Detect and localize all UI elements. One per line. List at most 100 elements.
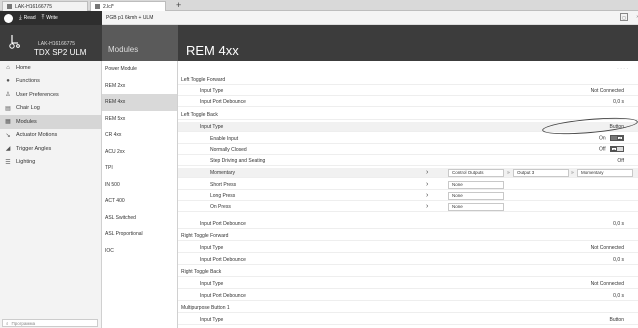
module-item[interactable]: REM 5xx xyxy=(102,111,177,128)
section-label: Multipurpose Button 1 xyxy=(181,304,230,311)
setting-value: Not Connected xyxy=(590,280,624,287)
trigger-icon: ◢ xyxy=(5,146,11,153)
setting-row[interactable]: Input Port Debounce 0,0 s xyxy=(178,255,638,265)
setting-label: Input Type xyxy=(200,280,224,287)
nav-item-home[interactable]: ⌂ Home xyxy=(0,61,101,75)
tab-file-label: 2.lcl* xyxy=(103,3,114,10)
setting-row[interactable]: Input Type Not Connected xyxy=(178,86,638,96)
page-title: REM 4xx xyxy=(178,25,638,61)
user-icon: ♙ xyxy=(5,92,11,99)
section-right-toggle-back: Right Toggle Back xyxy=(178,267,638,277)
tab-file[interactable]: 2.lcl* xyxy=(90,1,166,11)
module-item[interactable]: Power Module xyxy=(102,61,177,78)
home-icon: ⌂ xyxy=(6,64,10,71)
setting-toggle[interactable]: Off × xyxy=(599,146,624,153)
toggle-switch-on[interactable]: ✓ xyxy=(610,135,624,142)
setting-row[interactable]: Input Port Debounce 0,0 s xyxy=(178,291,638,301)
setting-row[interactable]: Normally Closed Off × xyxy=(178,145,638,155)
nav-item-label: Actuator Motions xyxy=(16,132,58,139)
setting-row[interactable]: Enable Input On ✓ xyxy=(178,134,638,144)
setting-label: Step Driving and Seating xyxy=(210,157,266,164)
module-item-selected[interactable]: REM 4xx xyxy=(102,94,177,111)
mapping-field[interactable]: None xyxy=(448,203,504,211)
toggle-value: On xyxy=(598,135,606,142)
module-item[interactable]: ASL Switched xyxy=(102,210,177,227)
mapping-row[interactable]: On Press › None xyxy=(178,202,638,212)
nav-item-modules[interactable]: ▦ Modules xyxy=(0,115,101,129)
program-bar: PGB p1 6kmh + ULM ▢ › xyxy=(102,11,638,25)
program-name: PGB p1 6kmh + ULM xyxy=(106,14,154,21)
chevron-right-icon[interactable]: › xyxy=(426,203,428,210)
chevron-right-icon[interactable]: › xyxy=(426,192,428,199)
nav-item-label: Trigger Angles xyxy=(16,145,52,152)
mapping-field[interactable]: Control Outputs xyxy=(448,169,504,177)
functions-icon: ● xyxy=(6,78,10,85)
connection-icon[interactable] xyxy=(4,13,13,23)
device-tab-icon xyxy=(7,4,12,9)
toggle-value: Off xyxy=(599,146,606,153)
setting-toggle[interactable]: On ✓ xyxy=(598,135,624,142)
mapping-field[interactable]: Momentary xyxy=(577,169,633,177)
module-item[interactable]: IOC xyxy=(102,243,177,260)
chevron-right-icon[interactable]: › xyxy=(426,181,428,188)
nav-item-trigger-angles[interactable]: ◢ Trigger Angles xyxy=(0,142,101,156)
new-tab-plus-icon[interactable]: + xyxy=(176,0,181,10)
nav-item-chair-log[interactable]: ▤ Chair Log xyxy=(0,102,101,116)
check-icon: ✓ xyxy=(617,136,623,142)
tab-device-label: LAK-H16166775 xyxy=(15,3,52,10)
write-button[interactable]: ⤒ Write xyxy=(42,15,58,22)
search-input[interactable]: ⌕ Программа xyxy=(2,319,98,327)
device-serial: LAK-H16166775 xyxy=(38,41,75,47)
module-item[interactable]: TPI xyxy=(102,160,177,177)
mapping-row[interactable]: Short Press › None xyxy=(178,180,638,190)
setting-label: Input Type xyxy=(200,123,224,130)
section-left-toggle-forward: Left Toggle Forward xyxy=(178,75,638,85)
module-item[interactable]: REM 2xx xyxy=(102,78,177,95)
setting-row[interactable]: Input Port Debounce 0,0 s xyxy=(178,219,638,229)
nav-item-label: Functions xyxy=(16,78,40,85)
setting-row[interactable]: Input Port Debounce 0,0 s xyxy=(178,97,638,107)
nav-item-lighting[interactable]: ☰ Lighting xyxy=(0,156,101,170)
nav-item-functions[interactable]: ● Functions xyxy=(0,75,101,89)
read-button[interactable]: ⤓ Read xyxy=(19,15,36,22)
toggle-switch-off[interactable]: × xyxy=(610,146,624,153)
chevron-right-icon[interactable]: › xyxy=(426,169,428,176)
actuator-icon: ↘ xyxy=(5,132,11,139)
setting-label: Input Port Debounce xyxy=(200,220,246,227)
section-left-toggle-back: Left Toggle Back xyxy=(178,110,638,120)
nav-item-label: Modules xyxy=(16,118,37,125)
module-item[interactable]: ASL Proportional xyxy=(102,226,177,243)
setting-label: Input Type xyxy=(200,244,224,251)
mapping-label: Momentary xyxy=(210,169,236,176)
setting-row[interactable]: Step Driving and Seating Off xyxy=(178,156,638,166)
module-item[interactable]: ACT 400 xyxy=(102,193,177,210)
mapping-row[interactable]: Momentary › Control Outputs » Output 3 »… xyxy=(178,168,638,178)
setting-value: Button xyxy=(609,316,624,323)
mapping-field[interactable]: None xyxy=(448,181,504,189)
mapping-row[interactable]: Long Press › None xyxy=(178,191,638,201)
module-item[interactable]: CR 4xx xyxy=(102,127,177,144)
nav-item-actuator-motions[interactable]: ↘ Actuator Motions xyxy=(0,129,101,143)
section-label: Right Toggle Forward xyxy=(181,232,229,239)
tab-device[interactable]: LAK-H16166775 xyxy=(2,1,88,11)
setting-row[interactable]: Input Type Not Connected xyxy=(178,243,638,253)
setting-row[interactable]: Input Type Button xyxy=(178,315,638,325)
section-label: Right Toggle Back xyxy=(181,268,222,275)
setting-row[interactable]: Input Type Not Connected xyxy=(178,279,638,289)
separator-icon: » xyxy=(507,169,510,176)
setting-value: 0,0 s xyxy=(613,98,624,105)
section-label: Left Toggle Forward xyxy=(181,76,226,83)
panel-icon[interactable]: ▢ xyxy=(620,13,628,21)
setting-value: Not Connected xyxy=(590,87,624,94)
module-item[interactable]: ACU 2xx xyxy=(102,144,177,161)
settings-panel: · · · · Left Toggle Forward Input Type N… xyxy=(178,61,638,328)
wheelchair-icon xyxy=(9,35,20,49)
setting-label: Input Type xyxy=(200,87,224,94)
nav-item-user-preferences[interactable]: ♙ User Preferences xyxy=(0,88,101,102)
file-tab-icon xyxy=(95,4,100,9)
mapping-field[interactable]: None xyxy=(448,192,504,200)
setting-label: Input Port Debounce xyxy=(200,256,246,263)
mapping-field[interactable]: Output 3 xyxy=(513,169,569,177)
module-item[interactable]: IN 500 xyxy=(102,177,177,194)
write-label: Write xyxy=(46,15,58,21)
